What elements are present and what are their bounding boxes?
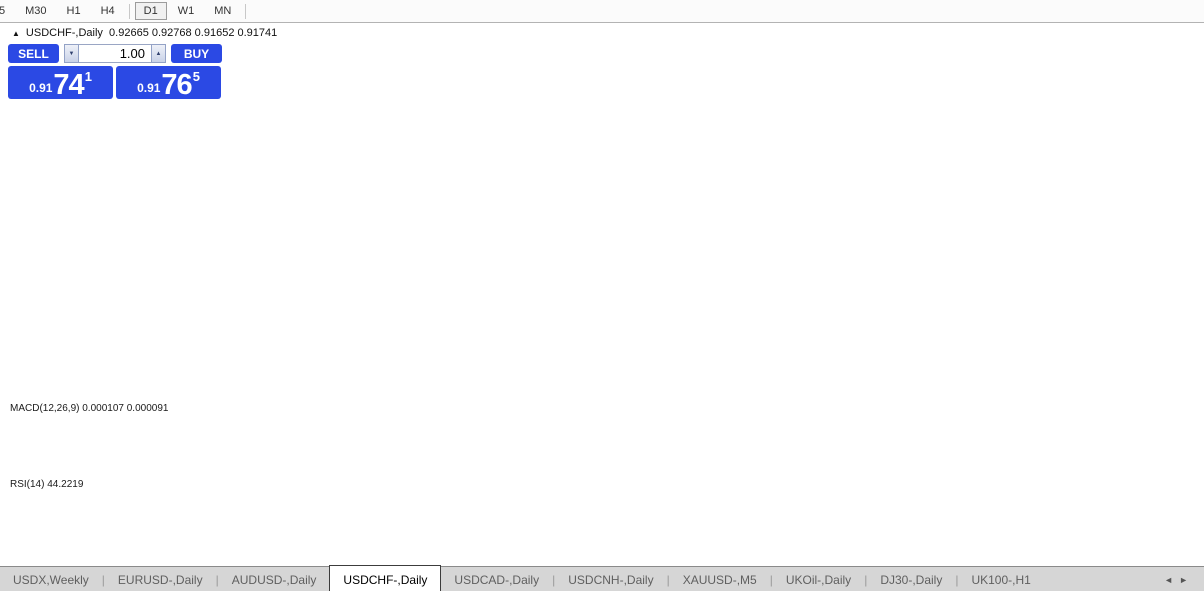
tab-ukoil-daily[interactable]: UKOil-,Daily — [773, 567, 864, 591]
ask-price-pips: 76 — [161, 72, 191, 98]
tab-eurusd-daily[interactable]: EURUSD-,Daily — [105, 567, 216, 591]
tab-dj30-daily[interactable]: DJ30-,Daily — [867, 567, 955, 591]
volume-decrease-button[interactable]: ▼ — [64, 44, 79, 63]
bid-price-point: 1 — [85, 69, 92, 84]
tab-uk100-h1[interactable]: UK100-,H1 — [958, 567, 1043, 591]
tabs-scroll-left-icon[interactable]: ◄ — [1164, 575, 1179, 585]
application-window: { "toolbar":{ "timeframes":[ {"label":"5… — [0, 0, 1204, 591]
macd-main-value: 0.000107 — [82, 403, 124, 414]
chart-ohlc-values: 0.92665 0.92768 0.91652 0.91741 — [109, 27, 277, 39]
tabs-scroll-right-icon[interactable]: ► — [1179, 575, 1194, 585]
buy-button[interactable]: BUY — [171, 44, 222, 63]
ask-price-point: 5 — [193, 69, 200, 84]
bid-price-pips: 74 — [53, 72, 83, 98]
volume-input[interactable] — [79, 45, 151, 62]
rsi-label: RSI(14) 44.2219 — [10, 479, 83, 490]
volume-increase-button[interactable]: ▲ — [151, 44, 166, 63]
rsi-value: 44.2219 — [47, 479, 83, 490]
macd-label: MACD(12,26,9) 0.000107 0.000091 — [10, 403, 168, 414]
tab-xauusd-m5[interactable]: XAUUSD-,M5 — [670, 567, 770, 591]
symbol-tab-bar: USDX,Weekly|EURUSD-,Daily|AUDUSD-,DailyU… — [0, 566, 1204, 591]
chart-symbol-period: USDCHF-,Daily — [26, 27, 103, 39]
collapse-chart-icon[interactable]: ▲ — [12, 29, 20, 38]
tab-usdx-weekly[interactable]: USDX,Weekly — [0, 567, 102, 591]
chart-title: ▲ USDCHF-,Daily 0.92665 0.92768 0.91652 0… — [12, 27, 277, 39]
tab-usdcnh-daily[interactable]: USDCNH-,Daily — [555, 567, 666, 591]
macd-signal-value: 0.000091 — [127, 403, 169, 414]
bid-price[interactable]: 0.91 74 1 — [8, 66, 113, 99]
sell-button[interactable]: SELL — [8, 44, 59, 63]
ask-price[interactable]: 0.91 76 5 — [116, 66, 221, 99]
tab-usdchf-daily[interactable]: USDCHF-,Daily — [329, 565, 441, 591]
bid-price-major: 0.91 — [29, 81, 52, 95]
tab-usdcad-daily[interactable]: USDCAD-,Daily — [441, 567, 552, 591]
one-click-trade-panel: SELL ▼ ▲ BUY 0.91 74 1 0.91 76 5 — [8, 44, 223, 99]
tab-audusd-daily[interactable]: AUDUSD-,Daily — [219, 567, 330, 591]
ask-price-major: 0.91 — [137, 81, 160, 95]
